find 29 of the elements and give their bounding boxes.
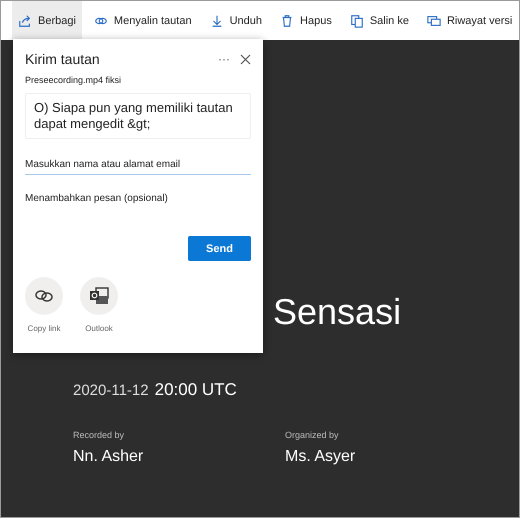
share-option[interactable]: Outlook [80,277,118,333]
close-button[interactable] [240,54,251,64]
link-icon [34,289,54,303]
file-name: Preseecording.mp4 fiksi [25,75,122,85]
toolbar-button[interactable]: Berbagi [12,1,82,40]
person-label: Organized by [285,430,340,440]
recording-date: 2020-11-12 [73,382,149,399]
versions-icon [426,14,441,28]
person-name: Ms. Asyer [285,448,356,466]
more-button[interactable]: ··· [218,52,230,66]
person-label: Recorded by [73,430,126,440]
trash-icon [280,14,294,28]
share-icon [18,14,32,28]
mail-grid-icon [89,287,109,305]
recording-time: 20:00 UTC [154,380,237,400]
toolbar-button[interactable]: Riwayat versi [420,1,518,40]
copy-icon [350,14,364,28]
send-button[interactable]: Send [188,236,251,261]
person-name: Nn. Asher [73,448,144,466]
dialog-title: Kirim tautan [25,51,100,67]
permission-button[interactable]: O) Siapa pun yang memiliki tautan dapat mengedit &gt; [25,93,251,139]
toolbar-button[interactable]: Salin ke [344,1,415,40]
toolbar-button[interactable]: Menyalin tautan [88,1,198,40]
recording-title: Sensasi [273,292,402,332]
toolbar-button[interactable]: Unduh [204,1,268,40]
toolbar-button[interactable]: Hapus [274,1,338,40]
close-icon [240,54,251,64]
share-option[interactable]: Copy link [25,277,63,333]
download-icon [210,14,224,28]
